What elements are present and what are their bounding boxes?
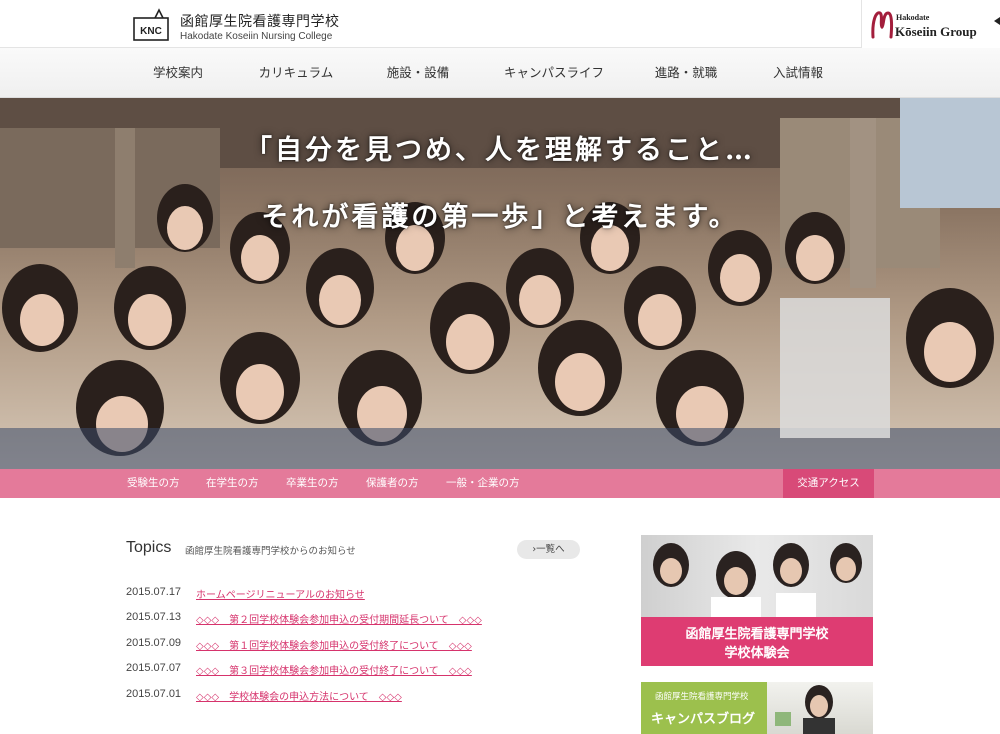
topics-more-button[interactable]: ›一覧へ — [517, 540, 580, 559]
news-link[interactable]: ◇◇◇ 学校体験会の申込方法について ◇◇◇ — [196, 688, 402, 703]
audience-current-students[interactable]: 在学生の方 — [206, 469, 259, 498]
group-name: Kōseiin Group — [895, 24, 977, 39]
audience-parents[interactable]: 保護者の方 — [366, 469, 419, 498]
open-campus-title: 函館厚生院看護専門学校 — [685, 627, 829, 642]
banner-photo — [641, 535, 873, 617]
school-logo-icon[interactable]: KNC — [133, 8, 169, 42]
news-date: 2015.07.09 — [126, 637, 182, 649]
audience-prospective-students[interactable]: 受験生の方 — [127, 469, 180, 498]
nav-school-guide[interactable]: 学校案内 — [130, 48, 226, 98]
nav-facilities[interactable]: 施設・設備 — [370, 48, 466, 98]
logo-mark-text: KNC — [140, 26, 162, 37]
news-date: 2015.07.17 — [126, 586, 182, 598]
topics-subtitle: 函館厚生院看護専門学校からのお知らせ — [185, 546, 356, 557]
news-link[interactable]: ◇◇◇ 第２回学校体験会参加申込の受付期間延長ついて ◇◇◇ — [196, 611, 482, 626]
campus-blog-title: キャンパスブログ — [651, 712, 756, 727]
audience-nav: 受験生の方 在学生の方 卒業生の方 保護者の方 一般・企業の方 交通アクセス — [0, 469, 1000, 498]
nav-admissions[interactable]: 入試情報 — [750, 48, 846, 98]
open-campus-banner[interactable]: 函館厚生院看護専門学校 学校体験会 — [641, 535, 873, 666]
hero-banner: 「自分を見つめ、人を理解すること… それが看護の第一歩」と考えます。 — [0, 98, 1000, 469]
nav-campus-life[interactable]: キャンパスライフ — [488, 48, 620, 98]
news-link[interactable]: ホームページリニューアルのお知らせ — [196, 586, 365, 601]
news-link[interactable]: ◇◇◇ 第３回学校体験会参加申込の受付終了について ◇◇◇ — [196, 662, 472, 677]
global-nav: 学校案内 カリキュラム 施設・設備 キャンパスライフ 進路・就職 入試情報 — [0, 48, 1000, 98]
campus-blog-school: 函館厚生院看護専門学校 — [655, 692, 749, 702]
nav-career[interactable]: 進路・就職 — [638, 48, 734, 98]
arrow-left-icon[interactable] — [994, 17, 1000, 25]
news-date: 2015.07.01 — [126, 688, 182, 700]
audience-graduates[interactable]: 卒業生の方 — [286, 469, 339, 498]
school-name-english: Hakodate Koseiin Nursing College — [180, 31, 333, 42]
access-button[interactable]: 交通アクセス — [783, 469, 874, 498]
group-name-small: Hakodate — [896, 13, 930, 22]
open-campus-subtitle: 学校体験会 — [724, 646, 790, 661]
hero-catchphrase-line2: それが看護の第一歩」と考えます。 — [261, 202, 739, 233]
audience-general-companies[interactable]: 一般・企業の方 — [446, 469, 520, 498]
school-name[interactable]: 函館厚生院看護専門学校 — [180, 11, 340, 31]
topics-title: Topics — [126, 539, 172, 556]
campus-blog-banner[interactable]: 函館厚生院看護専門学校 キャンパスブログ — [641, 682, 873, 734]
nav-curriculum[interactable]: カリキュラム — [244, 48, 348, 98]
news-date: 2015.07.07 — [126, 662, 182, 674]
group-logo-icon — [871, 11, 894, 39]
news-date: 2015.07.13 — [126, 611, 182, 623]
site-header: KNC 函館厚生院看護専門学校 Hakodate Koseiin Nursing… — [0, 0, 1000, 48]
students-photo — [653, 543, 862, 617]
koseiin-group-link[interactable]: Hakodate Kōseiin Group — [861, 0, 1000, 48]
blog-photo — [767, 682, 873, 734]
news-link[interactable]: ◇◇◇ 第１回学校体験会参加申込の受付終了について ◇◇◇ — [196, 637, 472, 652]
hero-catchphrase-line1: 「自分を見つめ、人を理解すること… — [245, 135, 755, 166]
student-photo — [775, 685, 835, 734]
